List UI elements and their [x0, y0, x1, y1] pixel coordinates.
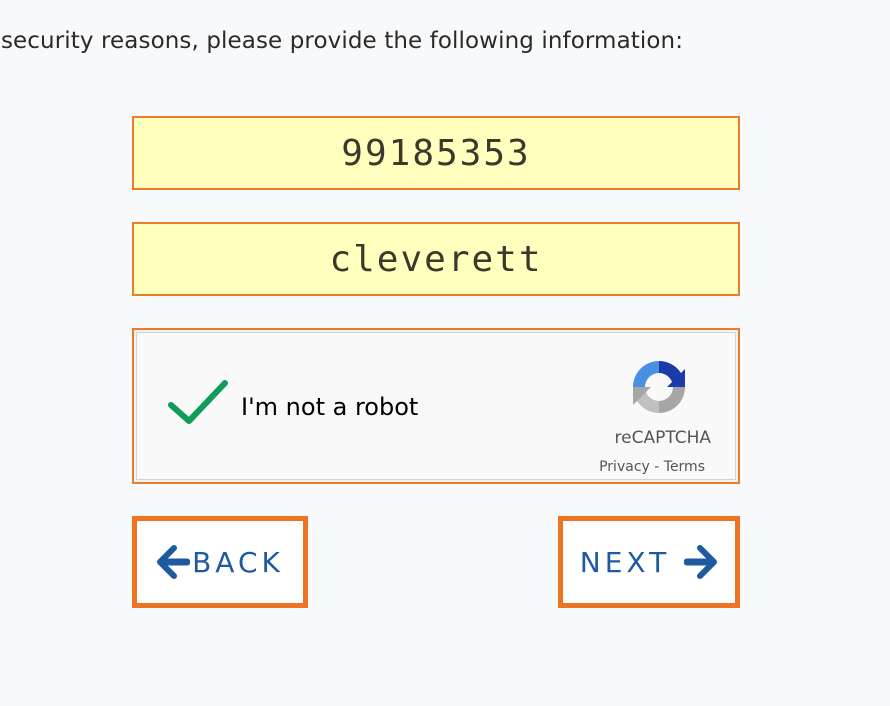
back-button[interactable]: BACK	[132, 516, 308, 608]
recaptcha-brand: reCAPTCHA	[614, 428, 712, 448]
arrow-right-icon	[684, 545, 718, 579]
id-field-value: 99185353	[341, 132, 531, 174]
checkmark-icon[interactable]	[167, 379, 229, 427]
arrow-left-icon	[157, 545, 191, 579]
recaptcha-links: Privacy - Terms	[599, 459, 705, 475]
username-field-value: cleverett	[329, 238, 543, 280]
recaptcha-logo-icon	[633, 361, 685, 413]
recaptcha-box: I'm not a robot reCAPTCHA Privacy - Term…	[136, 332, 736, 480]
captcha-label: I'm not a robot	[241, 393, 419, 421]
recaptcha-widget: I'm not a robot reCAPTCHA Privacy - Term…	[132, 328, 740, 484]
instructions-text: r security reasons, please provide the f…	[0, 28, 684, 54]
next-button[interactable]: NEXT	[558, 516, 740, 608]
links-separator: -	[649, 459, 664, 475]
username-field[interactable]: cleverett	[132, 222, 740, 296]
terms-link[interactable]: Terms	[664, 459, 705, 475]
id-field[interactable]: 99185353	[132, 116, 740, 190]
privacy-link[interactable]: Privacy	[599, 459, 650, 475]
back-button-label: BACK	[192, 545, 284, 579]
next-button-label: NEXT	[579, 545, 671, 579]
